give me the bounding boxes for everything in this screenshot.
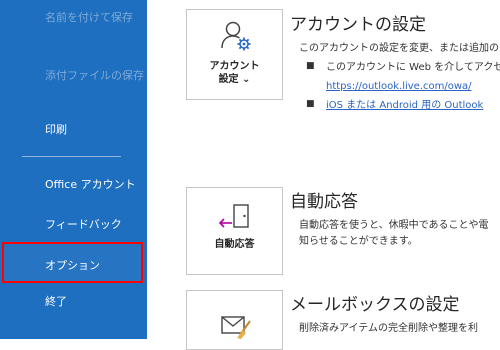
account-settings-button[interactable]: アカウント 設定 ⌄ (186, 9, 283, 100)
nav-print[interactable]: 印刷 (45, 123, 67, 137)
auto-reply-button[interactable]: 自動応答 (186, 187, 283, 275)
account-settings-label-line2: 設定 ⌄ (218, 74, 251, 85)
auto-reply-title: 自動応答 (290, 192, 358, 212)
mobile-outlook-link[interactable]: iOS または Android 用の Outlook (326, 99, 483, 112)
nav-exit[interactable]: 終了 (45, 295, 67, 309)
nav-office-account[interactable]: Office アカウント (45, 178, 136, 192)
auto-reply-desc-2: 知らせることができます。 (299, 236, 418, 247)
auto-reply-desc-1: 自動応答を使うと、休暇中であることや電 (299, 220, 489, 231)
nav-divider (22, 156, 121, 157)
account-settings-title: アカウントの設定 (290, 15, 426, 35)
mailbox-settings-desc: 削除済みアイテムの完全削除や整理を利 (299, 323, 478, 334)
backstage-nav: 名前を付けて保存 添付ファイルの保存 印刷 Office アカウント フィードバ… (0, 0, 147, 339)
nav-feedback[interactable]: フィードバック (45, 218, 122, 232)
bullet-icon: ■ (306, 99, 315, 109)
web-access-text: このアカウントに Web を介してアクセス (326, 62, 500, 73)
account-settings-label-line1: アカウント (209, 61, 260, 72)
owa-link[interactable]: https://outlook.live.com/owa/ (326, 80, 472, 93)
person-gear-icon (220, 20, 252, 54)
mailbox-settings-button[interactable] (186, 290, 283, 350)
nav-save-as: 名前を付けて保存 (45, 11, 133, 24)
door-arrow-icon (218, 203, 252, 231)
mailbox-settings-title: メールボックスの設定 (290, 295, 460, 315)
bullet-icon: ■ (306, 61, 315, 71)
auto-reply-label: 自動応答 (214, 239, 255, 250)
nav-options[interactable]: オプション (45, 259, 100, 273)
nav-save-attachments: 添付ファイルの保存 (45, 69, 144, 82)
account-settings-desc: このアカウントの設定を変更、または追加の (299, 43, 499, 54)
mailbox-broom-icon (220, 313, 252, 339)
